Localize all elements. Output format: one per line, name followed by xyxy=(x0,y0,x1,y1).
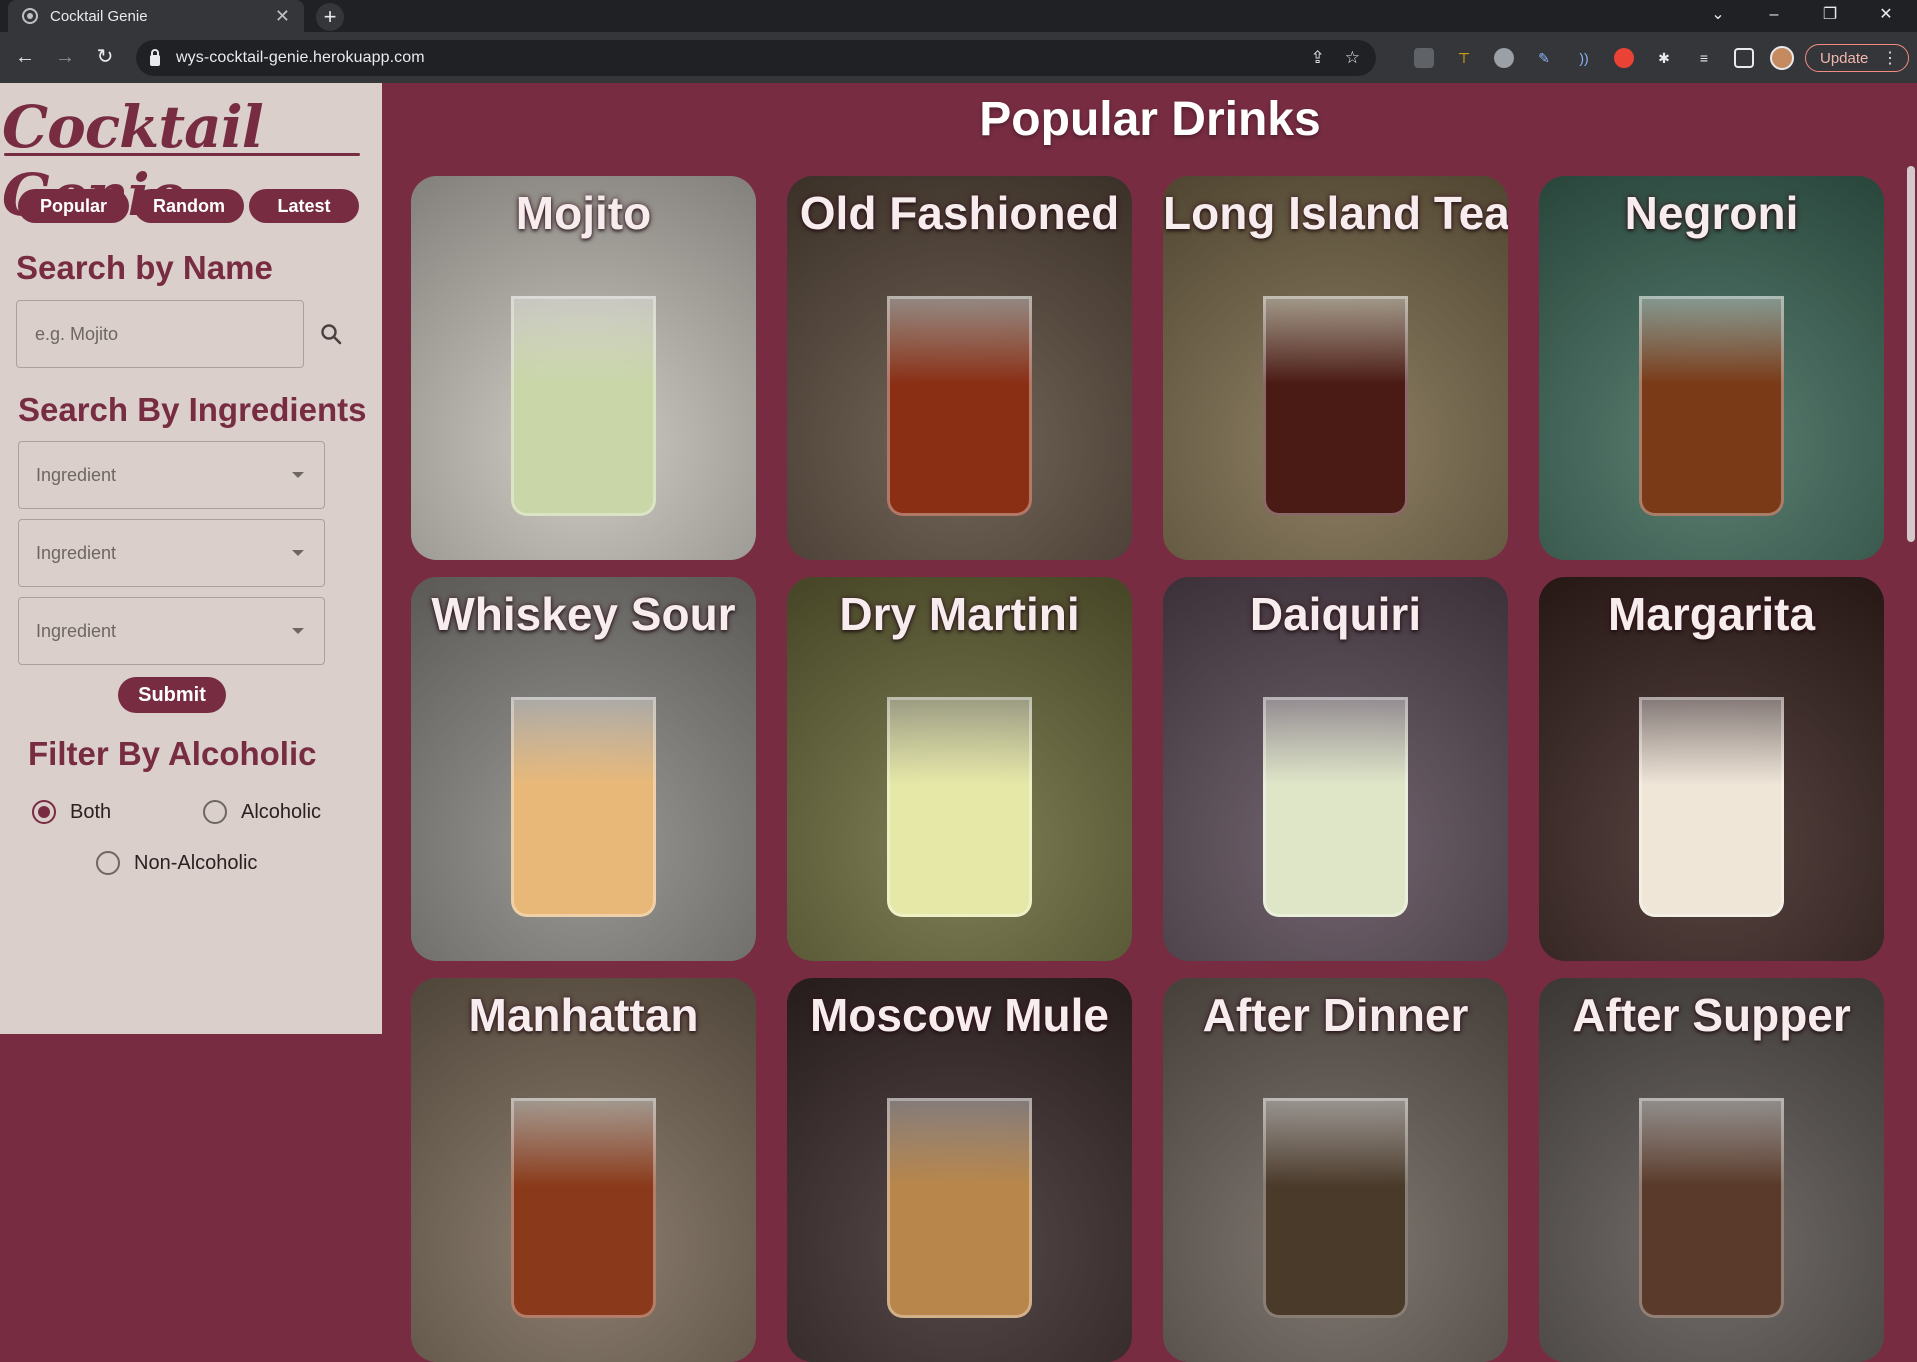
glass-shape xyxy=(887,1098,1032,1318)
radio-unchecked-icon[interactable] xyxy=(96,851,120,875)
nav-random-button[interactable]: Random xyxy=(134,189,244,223)
ingredient-select-label: Ingredient xyxy=(36,465,117,485)
share-icon[interactable]: ⇪ xyxy=(1311,48,1325,68)
restore-button[interactable]: ❐ xyxy=(1802,0,1858,32)
radio-label: Non-Alcoholic xyxy=(134,851,258,874)
radio-label: Alcoholic xyxy=(241,800,322,823)
drink-name: Long Island Tea xyxy=(1163,187,1508,239)
drink-name: Whiskey Sour xyxy=(431,588,736,640)
browser-tab-strip: Cocktail Genie ✕ + ⌄ – ❐ ✕ xyxy=(0,0,1917,32)
extension-icon[interactable]: ✎ xyxy=(1534,48,1554,68)
glass-shape xyxy=(887,697,1032,917)
drink-name: Dry Martini xyxy=(839,588,1080,640)
ingredient-select-3[interactable]: Ingredient xyxy=(18,597,325,665)
extension-icon[interactable]: ⊤ xyxy=(1454,48,1474,68)
ingredient-select-label: Ingredient xyxy=(36,621,117,641)
minimize-button[interactable]: – xyxy=(1746,0,1802,32)
drink-card[interactable]: Whiskey Sour xyxy=(411,577,756,961)
glass-shape xyxy=(511,296,656,516)
forward-arrow-icon[interactable]: → xyxy=(52,44,78,70)
address-bar[interactable]: wys-cocktail-genie.herokuapp.com ⇪ ☆ xyxy=(136,40,1376,76)
drink-card[interactable]: Mojito xyxy=(411,176,756,560)
drink-name: Negroni xyxy=(1624,187,1799,239)
new-tab-button[interactable]: + xyxy=(316,3,344,31)
radio-checked-icon[interactable] xyxy=(32,800,56,824)
scrollbar-thumb[interactable] xyxy=(1907,166,1915,542)
globe-icon xyxy=(22,8,38,24)
glass-shape xyxy=(511,1098,656,1318)
radio-both[interactable]: Both xyxy=(32,800,111,824)
search-icon[interactable] xyxy=(320,323,342,345)
drink-card[interactable]: Long Island Tea xyxy=(1163,176,1508,560)
search-by-ingredients-heading: Search By Ingredients xyxy=(18,391,367,428)
glass-shape xyxy=(1639,1098,1784,1318)
submit-button[interactable]: Submit xyxy=(118,677,226,713)
drink-card[interactable]: After Supper xyxy=(1539,978,1884,1362)
drink-card[interactable]: Negroni xyxy=(1539,176,1884,560)
update-button[interactable]: Update ⋮ xyxy=(1805,44,1909,72)
url-text[interactable]: wys-cocktail-genie.herokuapp.com xyxy=(176,49,425,67)
glass-shape xyxy=(1263,697,1408,917)
more-menu-icon[interactable]: ⋮ xyxy=(1882,48,1898,68)
close-tab-icon[interactable]: ✕ xyxy=(275,6,290,27)
drink-name: Mojito xyxy=(515,187,652,239)
logo-underline xyxy=(4,153,360,156)
profile-avatar[interactable] xyxy=(1770,46,1794,70)
reload-icon[interactable]: ↻ xyxy=(92,44,118,70)
bookmark-star-icon[interactable]: ☆ xyxy=(1345,48,1360,68)
tab-title: Cocktail Genie xyxy=(50,7,148,25)
lock-icon[interactable] xyxy=(150,48,160,66)
search-by-name-heading: Search by Name xyxy=(16,249,273,286)
extension-icon[interactable]: )) xyxy=(1574,48,1594,68)
nav-popular-button[interactable]: Popular xyxy=(18,189,129,223)
glass-shape xyxy=(1263,1098,1408,1318)
browser-tab[interactable]: Cocktail Genie ✕ xyxy=(8,0,304,32)
drink-card[interactable]: Dry Martini xyxy=(787,577,1132,961)
ingredient-select-1[interactable]: Ingredient xyxy=(18,441,325,509)
drink-card[interactable]: Manhattan xyxy=(411,978,756,1362)
glass-shape xyxy=(1639,697,1784,917)
ingredient-select-2[interactable]: Ingredient xyxy=(18,519,325,587)
close-window-button[interactable]: ✕ xyxy=(1858,0,1914,32)
drink-name: Margarita xyxy=(1607,588,1816,640)
tab-search-icon[interactable]: ⌄ xyxy=(1690,0,1746,32)
radio-label: Both xyxy=(70,800,112,823)
drink-card[interactable]: After Dinner xyxy=(1163,978,1508,1362)
glass-shape xyxy=(1639,296,1784,516)
drink-card[interactable]: Moscow Mule xyxy=(787,978,1132,1362)
radio-unchecked-icon[interactable] xyxy=(203,800,227,824)
nav-latest-button[interactable]: Latest xyxy=(249,189,359,223)
extension-icon[interactable] xyxy=(1494,48,1514,68)
extension-icon[interactable] xyxy=(1414,48,1434,68)
page-title: Popular Drinks xyxy=(979,93,1321,146)
extension-icon[interactable] xyxy=(1614,48,1634,68)
glass-shape xyxy=(511,697,656,917)
chevron-down-icon xyxy=(292,550,304,556)
glass-shape xyxy=(1263,296,1408,516)
ingredient-select-label: Ingredient xyxy=(36,543,117,563)
drink-card[interactable]: Old Fashioned xyxy=(787,176,1132,560)
glass-shape xyxy=(887,296,1032,516)
chevron-down-icon xyxy=(292,472,304,478)
drink-card[interactable]: Daiquiri xyxy=(1163,577,1508,961)
back-arrow-icon[interactable]: ← xyxy=(12,44,38,70)
drink-name: Old Fashioned xyxy=(799,187,1120,239)
update-label: Update xyxy=(1820,49,1869,67)
search-input[interactable]: e.g. Mojito xyxy=(16,300,304,368)
radio-non-alcoholic[interactable]: Non-Alcoholic xyxy=(96,851,257,875)
drink-name: Daiquiri xyxy=(1249,588,1422,640)
filter-by-alcoholic-heading: Filter By Alcoholic xyxy=(28,735,317,772)
sidebar: Cocktail Genie Popular Random Latest Sea… xyxy=(0,83,382,1034)
drink-card[interactable]: Margarita xyxy=(1539,577,1884,961)
chevron-down-icon xyxy=(292,628,304,634)
radio-alcoholic[interactable]: Alcoholic xyxy=(203,800,321,824)
media-queue-icon[interactable]: ≡ xyxy=(1694,48,1714,68)
puzzle-icon[interactable]: ✱ xyxy=(1654,48,1674,68)
side-panel-icon[interactable] xyxy=(1734,48,1754,68)
browser-toolbar: ← → ↻ wys-cocktail-genie.herokuapp.com ⇪… xyxy=(0,32,1917,83)
